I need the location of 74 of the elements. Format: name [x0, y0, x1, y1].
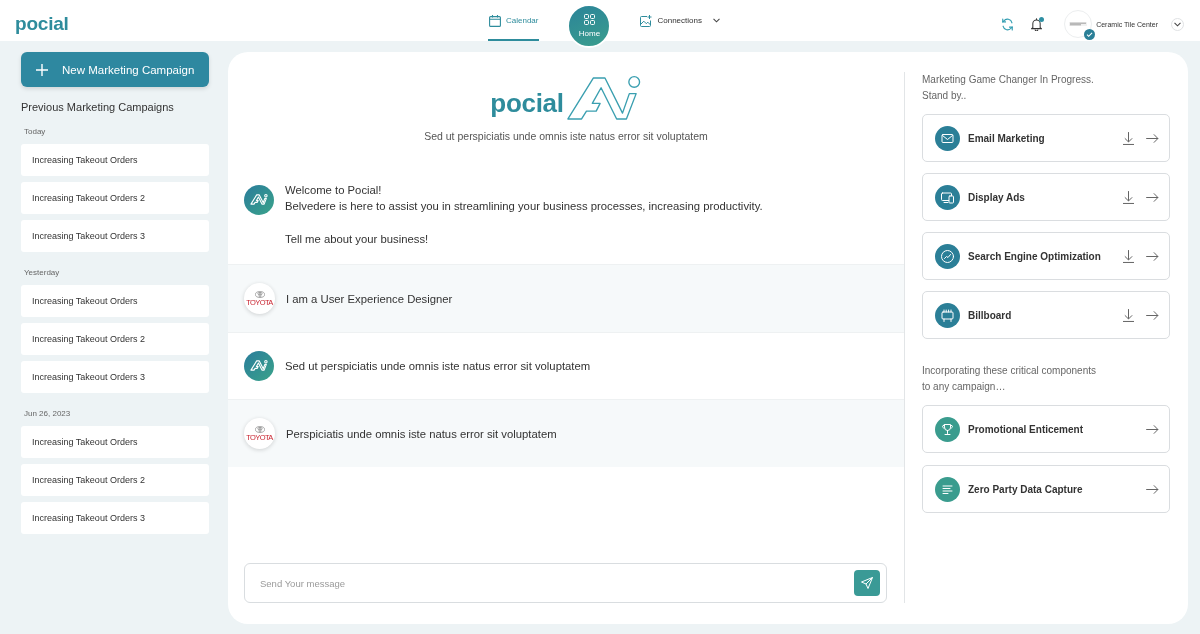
- trophy-icon: [935, 416, 960, 442]
- campaign-list-item[interactable]: Increasing Takeout Orders: [21, 426, 209, 458]
- campaign-list-item[interactable]: Increasing Takeout Orders 2: [21, 182, 209, 214]
- arrow-right-icon[interactable]: [1146, 484, 1159, 494]
- message-text: Tell me about your business!: [285, 232, 430, 247]
- message-input[interactable]: Send Your message: [244, 563, 887, 603]
- brand-logo[interactable]: pocial: [15, 12, 69, 35]
- arrow-right-icon[interactable]: [1146, 192, 1159, 202]
- card-title: Search Engine Optimization: [968, 250, 1101, 262]
- card-title: Promotional Enticement: [968, 423, 1083, 435]
- monitor-phone-icon: [935, 184, 960, 210]
- date-label: Today: [23, 127, 47, 137]
- arrow-right-icon[interactable]: [1146, 133, 1159, 143]
- campaign-type-card[interactable]: Billboard: [922, 291, 1170, 339]
- campaign-list-item[interactable]: Increasing Takeout Orders 3: [21, 220, 209, 252]
- emblem-icon: [254, 425, 265, 433]
- status-text: Incorporating these critical components to any campaign…: [922, 364, 1097, 394]
- card-title: Display Ads: [968, 191, 1025, 203]
- campaign-list-item[interactable]: Increasing Takeout Orders 3: [21, 361, 209, 393]
- plus-icon: [36, 63, 48, 76]
- send-icon: [861, 577, 873, 589]
- message-text: Perspiciatis unde omnis iste natus error sit voluptatem: [286, 426, 557, 442]
- home-button[interactable]: Home: [567, 4, 612, 48]
- picture-plus-icon: [640, 14, 653, 27]
- campaign-list-item[interactable]: Increasing Takeout Orders 2: [21, 464, 209, 496]
- section-title: Previous Marketing Campaigns: [21, 100, 175, 115]
- download-icon[interactable]: [1123, 131, 1134, 145]
- download-icon[interactable]: [1123, 308, 1134, 322]
- grid-icon: [584, 14, 595, 25]
- subtitle-text: Sed ut perspiciatis unde omnis iste natus error sit voluptatem: [424, 129, 708, 143]
- brand-logo: pocial: [490, 88, 564, 118]
- campaign-list-item[interactable]: Increasing Takeout Orders: [21, 285, 209, 317]
- download-icon[interactable]: [1123, 249, 1134, 263]
- date-label: Yesterday: [23, 268, 61, 278]
- campaign-type-card[interactable]: Promotional Enticement: [922, 405, 1170, 453]
- message-text: Welcome to Pocial! Belvedere is here to assist you in streamlining your business processes, increasing productivity.: [285, 183, 763, 214]
- download-icon[interactable]: [1123, 190, 1134, 204]
- arrow-right-icon[interactable]: [1146, 251, 1159, 261]
- refresh-icon[interactable]: [1001, 17, 1015, 31]
- account-menu-button[interactable]: [1171, 17, 1184, 31]
- nav-menu[interactable]: Connections: [639, 0, 721, 41]
- campaign-list-item[interactable]: Increasing Takeout Orders 3: [21, 502, 209, 534]
- message-text: Sed ut perspiciatis unde omnis iste natus error sit voluptatem: [285, 359, 591, 374]
- bell-icon[interactable]: [1031, 17, 1043, 31]
- date-label: Jun 26, 2023: [23, 409, 72, 419]
- card-title: Email Marketing: [968, 132, 1045, 144]
- account-avatar[interactable]: [1064, 10, 1093, 38]
- text-lines-icon: [935, 476, 960, 502]
- campaign-list-item[interactable]: Increasing Takeout Orders: [21, 144, 209, 176]
- new-campaign-button[interactable]: New Marketing Campaign: [21, 52, 209, 87]
- caret-icon: [712, 18, 720, 23]
- trend-chart-icon: [935, 243, 960, 269]
- bot-avatar-icon: [244, 185, 274, 215]
- campaign-type-card[interactable]: Display Ads: [922, 173, 1170, 221]
- message-text: I am a User Experience Designer: [286, 291, 453, 307]
- caret-icon: [1174, 21, 1181, 27]
- calendar-icon: [489, 14, 501, 27]
- arrow-right-icon[interactable]: [1146, 424, 1159, 434]
- card-title: Zero Party Data Capture: [968, 483, 1083, 495]
- status-text: Marketing Game Changer In Progress. Stand by..: [922, 73, 1095, 103]
- arrow-right-icon[interactable]: [1146, 310, 1159, 320]
- send-button[interactable]: [854, 570, 880, 596]
- envelope-icon: [935, 125, 960, 151]
- campaign-type-card[interactable]: Zero Party Data Capture: [922, 465, 1170, 513]
- campaign-type-card[interactable]: Search Engine Optimization: [922, 232, 1170, 280]
- logo-mark-icon: [565, 74, 642, 123]
- campaign-list-item[interactable]: Increasing Takeout Orders 2: [21, 323, 209, 355]
- bot-avatar-icon: [244, 351, 274, 381]
- company-logo-icon: [1069, 22, 1088, 26]
- emblem-icon: [254, 290, 265, 298]
- campaign-type-card[interactable]: Email Marketing: [922, 114, 1170, 162]
- nav-tab[interactable]: Calendar: [488, 0, 540, 41]
- card-title: Billboard: [968, 309, 1012, 321]
- billboard-icon: [935, 302, 960, 328]
